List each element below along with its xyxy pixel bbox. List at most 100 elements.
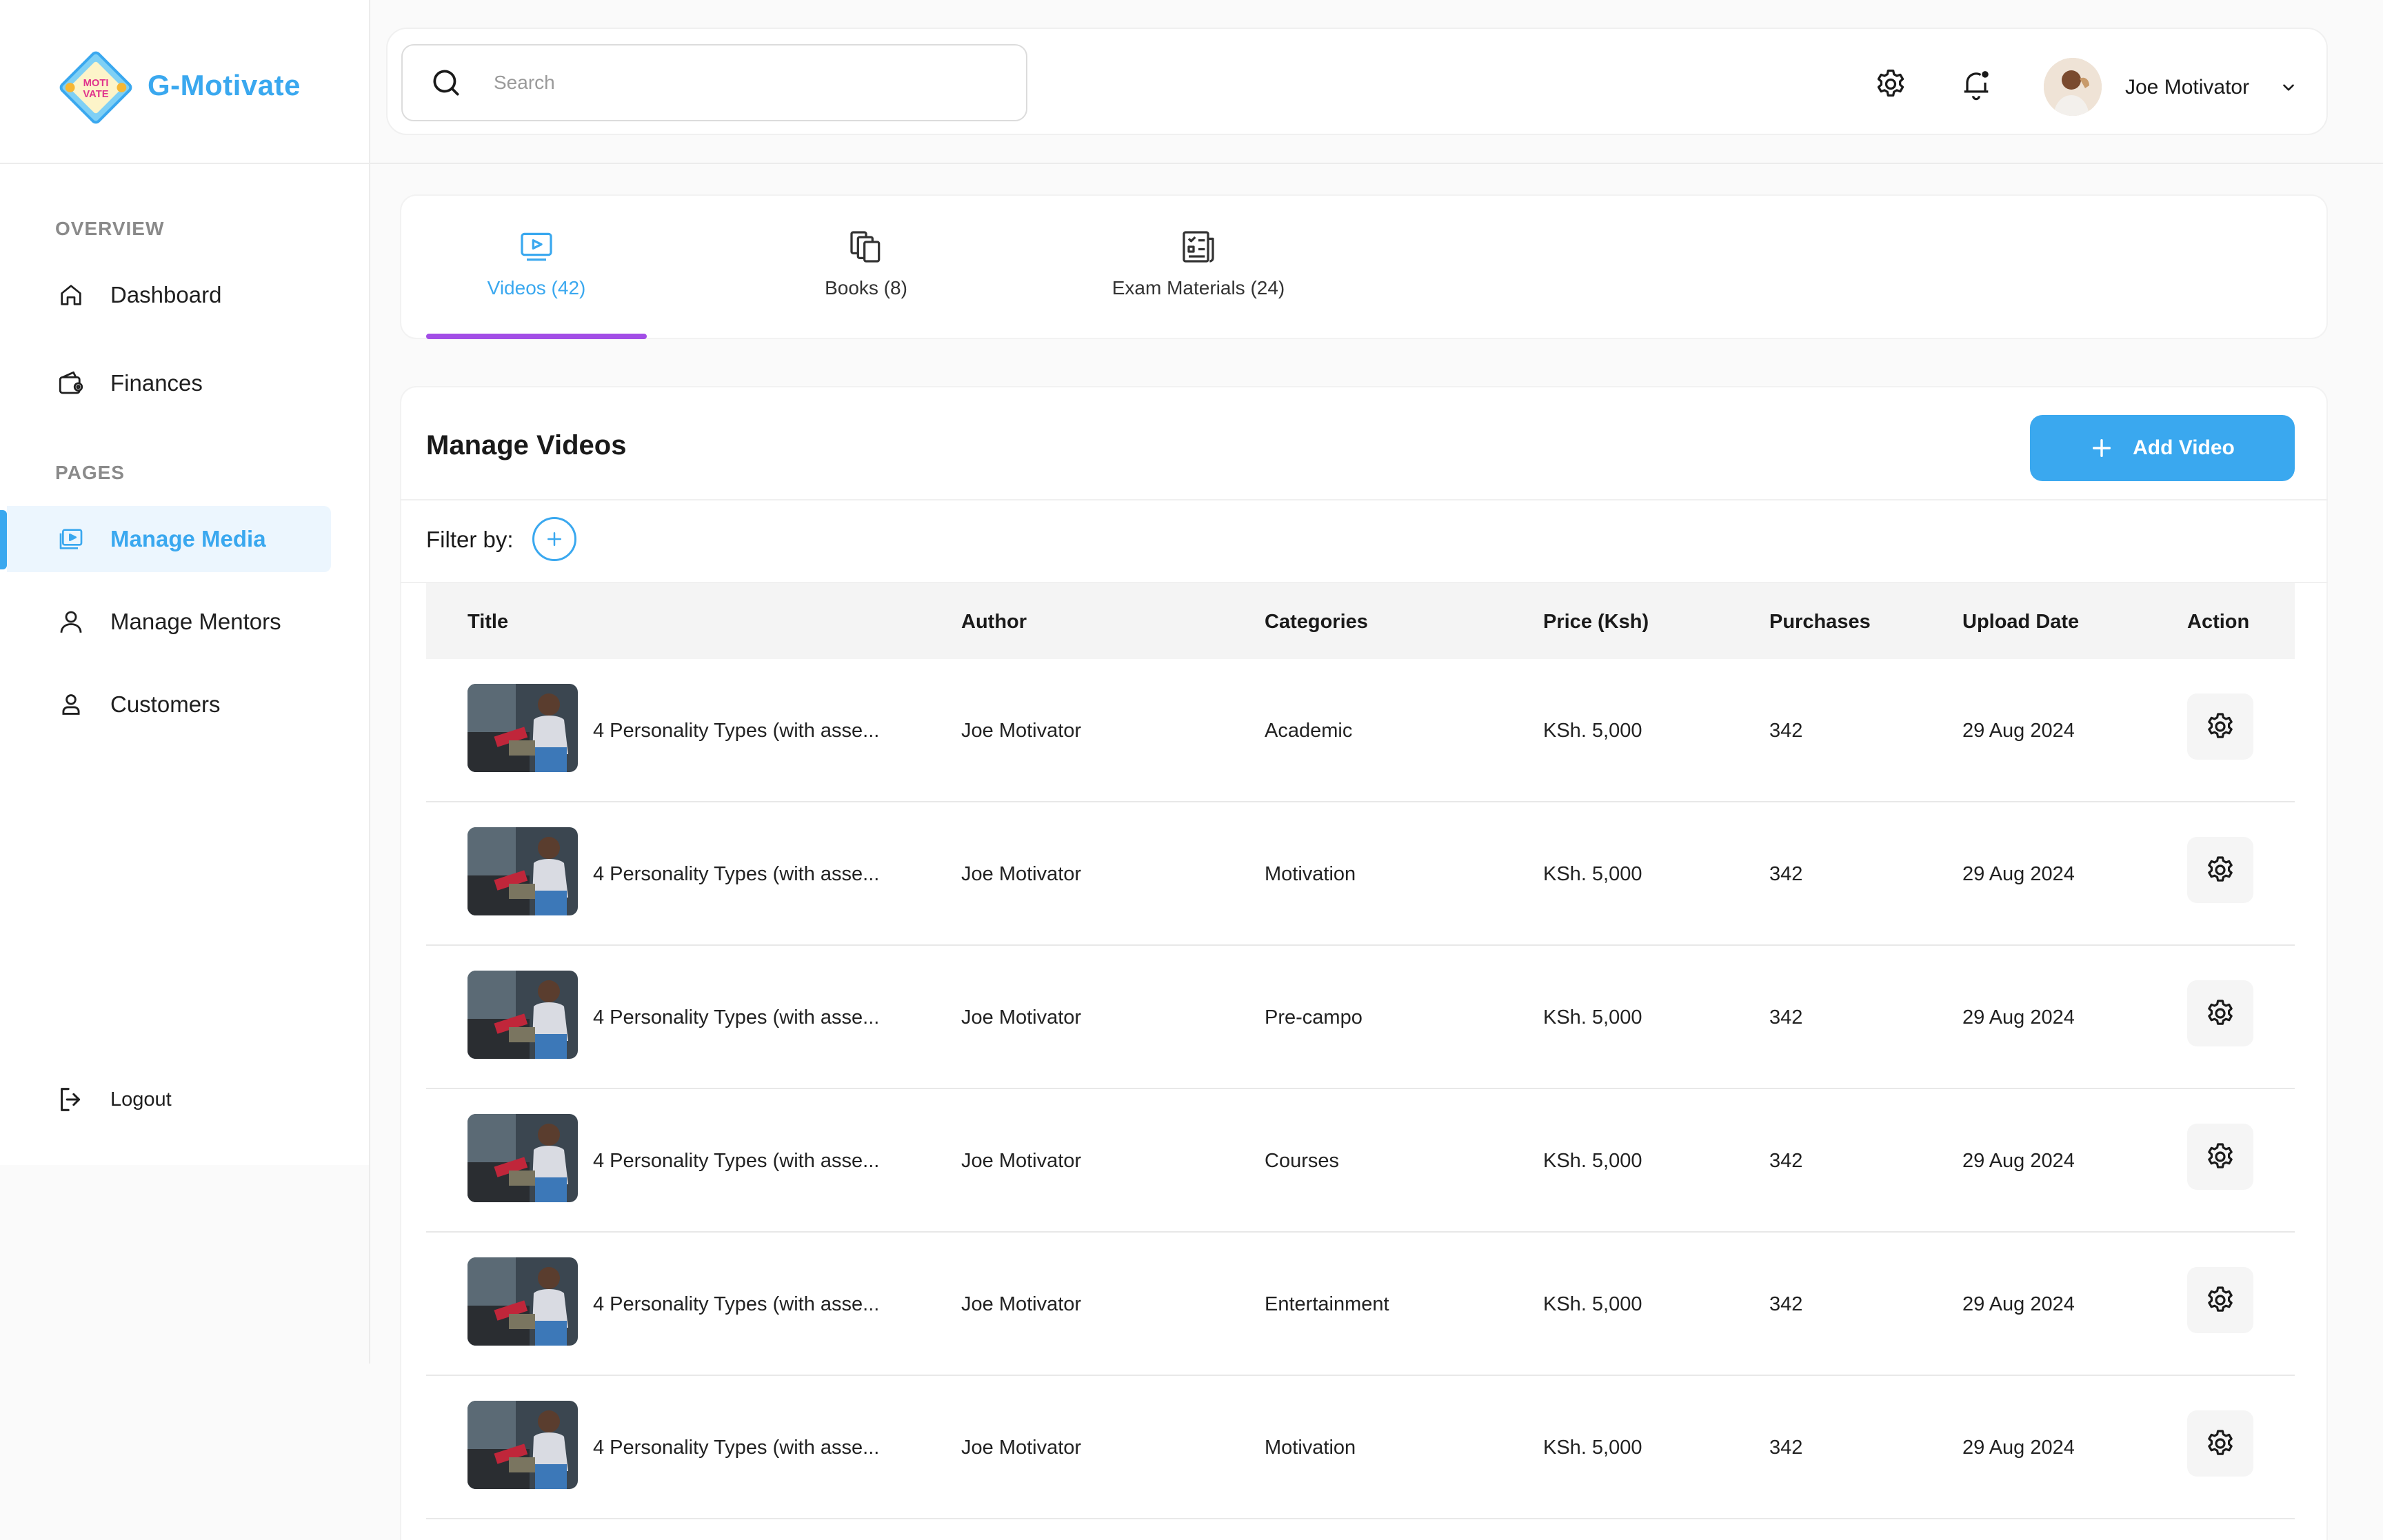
sidebar-item-finances[interactable]: Finances <box>0 350 331 416</box>
sidebar-item-label: Manage Mentors <box>110 609 281 634</box>
row-action-button[interactable] <box>2187 693 2253 760</box>
notification-bell-icon[interactable] <box>1958 66 1994 102</box>
table-row[interactable]: 4 Personality Types (with asse... Joe Mo… <box>426 659 2295 802</box>
video-thumbnail[interactable] <box>467 1401 578 1489</box>
video-icon <box>521 232 552 261</box>
logo-area: MOTI VATE G-Motivate <box>0 0 369 164</box>
wallet-icon <box>55 367 87 399</box>
logout-icon <box>61 1088 81 1111</box>
page-title: Manage Videos <box>426 430 627 460</box>
sidebar-item-manage-media[interactable]: Manage Media <box>7 506 331 572</box>
divider <box>400 499 2328 500</box>
add-video-button[interactable]: Add Video <box>2030 415 2295 481</box>
video-purchases: 342 <box>1769 1293 1803 1315</box>
video-upload-date: 29 Aug 2024 <box>1962 720 2075 742</box>
add-video-label: Add Video <box>2133 436 2235 459</box>
exam-icon <box>1183 231 1214 263</box>
video-title: 4 Personality Types (with asse... <box>593 720 880 742</box>
search-box[interactable] <box>401 44 1027 121</box>
column-header-categories: Categories <box>1265 611 1368 633</box>
sidebar-footer-area <box>0 1165 369 1364</box>
video-upload-date: 29 Aug 2024 <box>1962 1293 2075 1315</box>
video-category: Motivation <box>1265 1437 1356 1459</box>
video-purchases: 342 <box>1769 1437 1803 1459</box>
video-author: Joe Motivator <box>961 720 1082 742</box>
video-author: Joe Motivator <box>961 863 1082 885</box>
active-tab-indicator <box>426 334 647 339</box>
tab-exam-materials[interactable]: Exam Materials (24) <box>1088 227 1309 299</box>
avatar[interactable] <box>2044 58 2102 116</box>
tab-videos[interactable]: Videos (42) <box>426 227 647 299</box>
tab-books[interactable]: Books (8) <box>756 227 976 299</box>
chevron-down-icon[interactable] <box>2280 79 2297 97</box>
video-upload-date: 29 Aug 2024 <box>1962 1437 2075 1459</box>
tab-label: Videos (42) <box>487 277 586 298</box>
video-title: 4 Personality Types (with asse... <box>593 1293 880 1315</box>
section-label-pages: PAGES <box>55 462 125 483</box>
video-thumbnail[interactable] <box>467 684 578 772</box>
video-thumbnail[interactable] <box>467 1114 578 1202</box>
video-thumbnail[interactable] <box>467 971 578 1059</box>
sidebar-item-label: Finances <box>110 370 203 396</box>
gear-icon <box>2208 1143 2233 1168</box>
video-price: KSh. 5,000 <box>1543 863 1642 885</box>
video-category: Pre-campo <box>1265 1006 1363 1029</box>
app-name: G-Motivate <box>148 69 301 101</box>
video-price: KSh. 5,000 <box>1543 1437 1642 1459</box>
video-price: KSh. 5,000 <box>1543 1150 1642 1172</box>
books-icon <box>850 231 881 263</box>
gear-icon <box>2208 713 2233 738</box>
video-category: Academic <box>1265 720 1353 742</box>
sidebar-item-manage-mentors[interactable]: Manage Mentors <box>0 589 331 655</box>
column-header-upload-date: Upload Date <box>1962 611 2080 633</box>
search-icon <box>433 70 459 96</box>
table-row[interactable]: 4 Personality Types (with asse... Joe Mo… <box>426 802 2295 946</box>
video-category: Motivation <box>1265 863 1356 885</box>
video-price: KSh. 5,000 <box>1543 1293 1642 1315</box>
video-upload-date: 29 Aug 2024 <box>1962 1150 2075 1172</box>
home-icon <box>55 279 87 311</box>
row-action-button[interactable] <box>2187 980 2253 1046</box>
sidebar-item-customers[interactable]: Customers <box>0 671 331 738</box>
app-logo-icon: MOTI VATE <box>59 51 132 124</box>
sidebar-item-label: Customers <box>110 691 221 717</box>
mentor-icon <box>55 606 87 638</box>
video-author: Joe Motivator <box>961 1006 1082 1029</box>
video-title: 4 Personality Types (with asse... <box>593 1006 880 1029</box>
add-filter-button[interactable] <box>532 517 576 561</box>
video-upload-date: 29 Aug 2024 <box>1962 863 2075 885</box>
video-author: Joe Motivator <box>961 1150 1082 1172</box>
user-name[interactable]: Joe Motivator <box>2125 76 2249 99</box>
gear-icon <box>2208 856 2233 882</box>
column-header-purchases: Purchases <box>1769 611 1871 633</box>
logout-button[interactable]: Logout <box>55 1084 172 1115</box>
row-action-button[interactable] <box>2187 837 2253 903</box>
row-action-button[interactable] <box>2187 1267 2253 1333</box>
table-row[interactable]: 4 Personality Types (with asse... Joe Mo… <box>426 1233 2295 1376</box>
table-row[interactable]: 4 Personality Types (with asse... Joe Mo… <box>426 1089 2295 1233</box>
video-thumbnail[interactable] <box>467 1257 578 1346</box>
video-purchases: 342 <box>1769 720 1803 742</box>
row-action-button[interactable] <box>2187 1410 2253 1477</box>
video-upload-date: 29 Aug 2024 <box>1962 1006 2075 1029</box>
video-purchases: 342 <box>1769 1006 1803 1029</box>
settings-icon[interactable] <box>1873 66 1909 102</box>
column-header-price: Price (Ksh) <box>1543 611 1649 633</box>
section-label-overview: OVERVIEW <box>55 218 165 239</box>
row-action-button[interactable] <box>2187 1124 2253 1190</box>
search-input[interactable] <box>494 72 1018 94</box>
video-author: Joe Motivator <box>961 1293 1082 1315</box>
tab-label: Books (8) <box>825 277 907 298</box>
video-category: Entertainment <box>1265 1293 1389 1315</box>
table-row[interactable]: 4 Personality Types (with asse... Joe Mo… <box>426 946 2295 1089</box>
video-thumbnail[interactable] <box>467 827 578 915</box>
video-category: Courses <box>1265 1150 1339 1172</box>
column-header-title: Title <box>467 611 509 633</box>
table-row[interactable]: 4 Personality Types (with asse... Joe Mo… <box>426 1376 2295 1519</box>
video-purchases: 342 <box>1769 863 1803 885</box>
sidebar-item-dashboard[interactable]: Dashboard <box>0 262 331 328</box>
sidebar-item-label: Dashboard <box>110 282 222 307</box>
active-indicator <box>0 510 7 569</box>
video-price: KSh. 5,000 <box>1543 1006 1642 1029</box>
video-purchases: 342 <box>1769 1150 1803 1172</box>
